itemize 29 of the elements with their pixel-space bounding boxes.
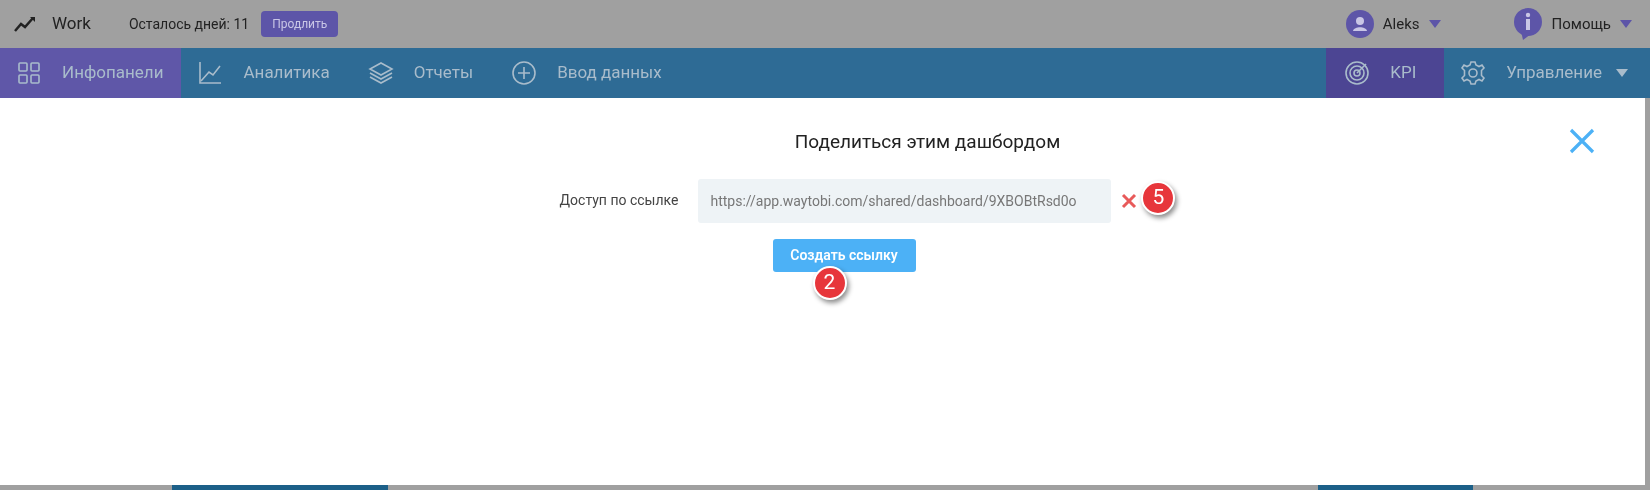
plus-circle-icon: [511, 60, 538, 86]
nav-tab[interactable]: KPI: [1326, 48, 1445, 98]
nav-tab[interactable]: Ввод данных: [495, 48, 684, 98]
extend-button[interactable]: Продлить: [261, 11, 339, 37]
trend-chart-icon: [14, 15, 36, 33]
field-label: Доступ по ссылке: [559, 191, 679, 210]
clear-icon[interactable]: [1121, 192, 1138, 209]
user-avatar-icon: [1345, 10, 1374, 38]
target-icon: [1344, 60, 1371, 86]
close-icon[interactable]: [1569, 128, 1595, 154]
gear-icon: [1460, 60, 1487, 86]
caret-icon: [1620, 20, 1632, 28]
create-link-button[interactable]: Создать ссылку: [772, 238, 916, 272]
app-name: Work: [52, 12, 91, 36]
info-icon: [1512, 7, 1543, 41]
nav-tab[interactable]: Управление: [1444, 48, 1650, 98]
grid-icon: [16, 60, 42, 86]
dialog-title: Поделиться этим дашбордом: [794, 129, 1061, 155]
nav-tab[interactable]: Инфопанели: [0, 48, 182, 98]
days-left-text: Осталось дней: 11: [128, 14, 250, 34]
user-menu[interactable]: Aleks: [1382, 12, 1420, 36]
caret-icon: [1428, 20, 1441, 28]
callout-badge: 5: [1141, 180, 1176, 215]
nav-tab[interactable]: Аналитика: [181, 48, 352, 98]
help-menu[interactable]: Помощь: [1551, 12, 1611, 36]
link-field[interactable]: https://app.waytobi.com/shared/dashboard/9XBOBtRsd0o: [698, 178, 1112, 223]
layers-icon: [367, 60, 394, 86]
nav-tab[interactable]: Отчеты: [351, 48, 496, 98]
line-chart-icon: [197, 60, 224, 86]
